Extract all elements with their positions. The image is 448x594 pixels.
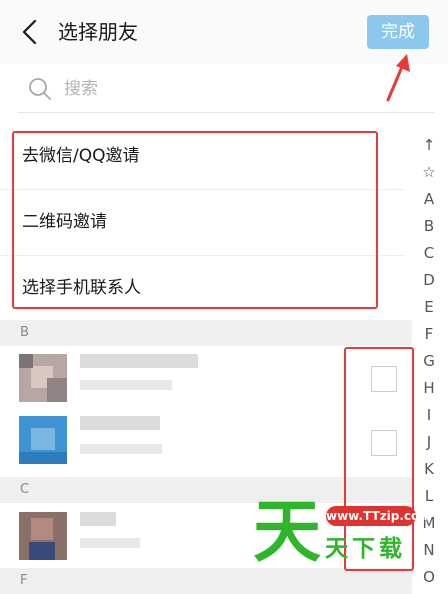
avatar xyxy=(19,354,67,402)
index-item[interactable]: C xyxy=(414,240,444,267)
index-item[interactable]: ☆ xyxy=(414,159,444,186)
index-item[interactable]: G xyxy=(414,348,444,375)
section-letter: F xyxy=(20,573,28,588)
section-letter: B xyxy=(20,325,29,340)
watermark-brand: 天 xyxy=(253,493,322,572)
contact-name-blurred xyxy=(80,354,198,368)
contact-name-blurred xyxy=(80,416,160,430)
search-input[interactable]: 搜索 xyxy=(64,77,98,101)
contact-detail-blurred xyxy=(80,538,140,548)
page-title: 选择朋友 xyxy=(58,20,138,44)
watermark-url: www.TTzip.com xyxy=(326,506,432,526)
section-header-b: B xyxy=(0,320,412,346)
index-item[interactable]: D xyxy=(414,267,444,294)
index-item[interactable]: H xyxy=(414,375,444,402)
index-item[interactable]: K xyxy=(414,456,444,483)
search-bar[interactable]: 搜索 xyxy=(18,66,434,113)
avatar xyxy=(19,416,67,464)
index-item[interactable]: E xyxy=(414,294,444,321)
avatar xyxy=(19,512,67,560)
section-letter: C xyxy=(20,482,30,497)
index-item[interactable]: J xyxy=(414,429,444,456)
highlight-box-menu xyxy=(12,131,378,309)
index-item[interactable]: F xyxy=(414,321,444,348)
index-item[interactable]: I xyxy=(414,402,444,429)
index-item[interactable]: ↑ xyxy=(414,132,444,159)
search-icon xyxy=(28,77,52,101)
watermark-subtitle: 天下载 xyxy=(325,536,406,562)
contact-detail-blurred xyxy=(80,380,172,390)
index-item[interactable]: A xyxy=(414,186,444,213)
contact-detail-blurred xyxy=(80,444,162,454)
watermark-logo: 天 www.TTzip.com 天下载 xyxy=(253,493,432,574)
index-item[interactable]: B xyxy=(414,213,444,240)
done-button[interactable]: 完成 xyxy=(367,15,429,49)
back-icon[interactable] xyxy=(18,18,42,46)
contact-name-blurred xyxy=(80,512,116,526)
annotation-arrow-icon xyxy=(380,52,416,108)
